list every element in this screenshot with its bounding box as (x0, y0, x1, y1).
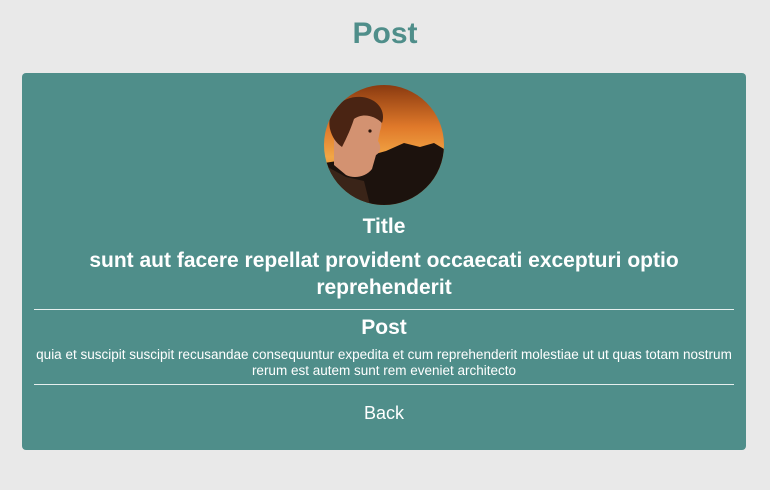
avatar (324, 85, 444, 205)
divider (34, 309, 734, 310)
post-page: Post Title sunt aut facere repellat prov… (0, 0, 770, 490)
post-card: Title sunt aut facere repellat provident… (22, 73, 746, 450)
page-title: Post (352, 17, 418, 50)
post-label: Post (361, 316, 407, 339)
divider (34, 384, 734, 385)
avatar-image (324, 85, 444, 205)
post-body: quia et suscipit suscipit recusandae con… (36, 347, 732, 378)
back-button[interactable]: Back (332, 400, 436, 426)
post-title: sunt aut facere repellat provident occae… (89, 249, 679, 299)
title-label: Title (362, 215, 406, 238)
